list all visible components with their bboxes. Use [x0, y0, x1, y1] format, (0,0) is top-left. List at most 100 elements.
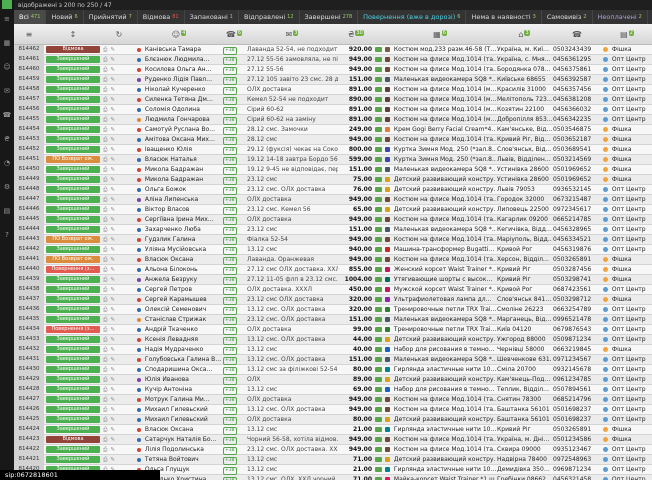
- client-phone[interactable]: 0456342235: [552, 115, 602, 124]
- client-name[interactable]: Андрій Ткаченко: [145, 326, 198, 333]
- table-row[interactable]: 814453 Завершений ⎙ ✎ Амітова Оксана Мих…: [14, 135, 652, 145]
- print-icon[interactable]: ⎙: [103, 107, 107, 113]
- client-phone[interactable]: 0972548963: [552, 455, 602, 464]
- product-name[interactable]: Тренировочные петли TRX Trai…: [394, 306, 496, 313]
- print-icon[interactable]: ⎙: [103, 297, 107, 303]
- client-phone[interactable]: 0503652187: [552, 135, 602, 144]
- print-icon[interactable]: ⎙: [103, 137, 107, 143]
- status-badge[interactable]: Завершений: [46, 176, 100, 183]
- client-phone[interactable]: 0456381208: [552, 95, 602, 104]
- status-badge[interactable]: Повернення (з…: [46, 266, 100, 273]
- product-name[interactable]: Крем Gogi Berry Facial Cream*4…: [394, 126, 496, 133]
- product-name[interactable]: Костюм на флисе Мод.1014 (та…: [394, 446, 496, 453]
- table-row[interactable]: 814452 Завершений ⎙ ✎ Іващенко Юлія +38 …: [14, 145, 652, 155]
- edit-icon[interactable]: ✎: [110, 297, 115, 303]
- table-row[interactable]: 814449 Завершений ⎙ ✎ Микола Бадражан +3…: [14, 175, 652, 185]
- column-source[interactable]: ▤2: [602, 30, 652, 39]
- messenger-icon[interactable]: [137, 188, 141, 192]
- client-name[interactable]: Власюк Наталья: [145, 156, 197, 163]
- messenger-icon[interactable]: [137, 258, 141, 262]
- status-badge[interactable]: Завершений: [46, 136, 100, 143]
- table-row[interactable]: 814435 Завершений ⎙ ✎ Станіслав Стрижак …: [14, 315, 652, 325]
- status-tab[interactable]: Повн: [648, 10, 652, 24]
- status-tab[interactable]: Завершені278: [300, 10, 359, 24]
- client-name[interactable]: Косилова Ольга Ан…: [145, 66, 212, 73]
- status-badge[interactable]: Завершений: [46, 196, 100, 203]
- table-row[interactable]: 814450 Завершений ⎙ ✎ Микола Бадражан +3…: [14, 165, 652, 175]
- edit-icon[interactable]: ✎: [110, 107, 115, 113]
- orders-icon[interactable]: ▦: [4, 39, 11, 47]
- edit-icon[interactable]: ✎: [110, 227, 115, 233]
- messenger-icon[interactable]: [137, 118, 141, 122]
- table-row[interactable]: 814438 Завершений ⎙ ✎ Сергей Петров +38 …: [14, 285, 652, 295]
- status-badge[interactable]: Завершений: [46, 206, 100, 213]
- stats-icon[interactable]: ◔: [4, 159, 10, 167]
- edit-icon[interactable]: ✎: [110, 437, 115, 443]
- print-icon[interactable]: ⎙: [103, 67, 107, 73]
- client-name[interactable]: Віктор Власов: [145, 206, 189, 213]
- edit-icon[interactable]: ✎: [110, 187, 115, 193]
- client-phone[interactable]: 0961234785: [552, 375, 602, 384]
- edit-icon[interactable]: ✎: [110, 97, 115, 103]
- client-name[interactable]: Самотуй Руслана Во…: [145, 126, 215, 133]
- messenger-icon[interactable]: [137, 348, 141, 352]
- client-name[interactable]: Михаил Гилевьский: [145, 416, 208, 423]
- status-tab[interactable]: Всі471: [14, 10, 46, 24]
- table-row[interactable]: 814439 Завершений ⎙ ✎ Анжела Безруку +38…: [14, 275, 652, 285]
- messenger-icon[interactable]: [137, 198, 141, 202]
- messenger-icon[interactable]: [137, 58, 141, 62]
- table-row[interactable]: 814423 Відмова ⎙ ✎ Сатарчук Наталія Бо… …: [14, 435, 652, 445]
- client-name[interactable]: Захарченко Люба: [145, 226, 201, 233]
- product-name[interactable]: Костюм на флисе Мод.1014 (м…: [394, 106, 496, 113]
- table-row[interactable]: 814444 Завершений ⎙ ✎ Захарченко Люба +3…: [14, 225, 652, 235]
- product-name[interactable]: Маленькая видеокамера SQ8 *…: [394, 356, 496, 363]
- client-phone[interactable]: 0456321458: [552, 475, 602, 480]
- client-phone[interactable]: 0932145678: [552, 365, 602, 374]
- status-badge[interactable]: Завершений: [46, 346, 100, 353]
- client-phone[interactable]: 0456392587: [552, 75, 602, 84]
- product-name[interactable]: Детский развивающий констру…: [394, 336, 496, 343]
- print-icon[interactable]: ⎙: [103, 187, 107, 193]
- print-icon[interactable]: ⎙: [103, 417, 107, 423]
- edit-icon[interactable]: ✎: [110, 127, 115, 133]
- table-row[interactable]: 814425 Завершений ⎙ ✎ Михаил Гилевьский …: [14, 415, 652, 425]
- client-name[interactable]: Власюк Оксана: [145, 426, 193, 433]
- status-badge[interactable]: Завершений: [46, 286, 100, 293]
- table-row[interactable]: 814441 ПО Возврат ож. ⎙ ✎ Власюк Оксана …: [14, 255, 652, 265]
- messenger-icon[interactable]: [137, 368, 141, 372]
- client-name[interactable]: Руденко Лідія Павл…: [145, 76, 212, 83]
- client-phone[interactable]: 0509871234: [552, 335, 602, 344]
- client-phone[interactable]: 0501698237: [552, 415, 602, 424]
- client-phone[interactable]: 0501698237: [552, 405, 602, 414]
- product-name[interactable]: Маленькая видеокамера SQ8 *…: [394, 166, 496, 173]
- table-row[interactable]: 814429 Завершений ⎙ ✎ Юлія Иванова +38 О…: [14, 375, 652, 385]
- client-name[interactable]: Ніколай Кучеренко: [145, 86, 206, 93]
- client-phone[interactable]: 0507894561: [552, 385, 602, 394]
- table-row[interactable]: 814436 Завершений ⎙ ✎ Олексій Семенович …: [14, 305, 652, 315]
- client-name[interactable]: Голубовська Галина В…: [145, 356, 221, 363]
- status-tab[interactable]: Новий6: [46, 10, 83, 24]
- status-tab[interactable]: Прийнятий7: [84, 10, 138, 24]
- edit-icon[interactable]: ✎: [110, 67, 115, 73]
- client-phone[interactable]: 0456366032: [552, 105, 602, 114]
- edit-icon[interactable]: ✎: [110, 177, 115, 183]
- product-name[interactable]: Гирлянда эластичные нити 10…: [394, 426, 496, 433]
- status-badge[interactable]: Завершений: [46, 276, 100, 283]
- status-badge[interactable]: Завершений: [46, 336, 100, 343]
- table-row[interactable]: 814433 Завершений ⎙ ✎ Ксенія Левадняя +3…: [14, 335, 652, 345]
- messenger-icon[interactable]: [137, 378, 141, 382]
- client-name[interactable]: Сподаришина Окса…: [145, 366, 213, 373]
- client-name[interactable]: Сатарчук Наталія Бо…: [145, 436, 217, 443]
- edit-icon[interactable]: ✎: [110, 137, 115, 143]
- client-name[interactable]: Альона Білоконь: [145, 266, 198, 273]
- edit-icon[interactable]: ✎: [110, 197, 115, 203]
- table-row[interactable]: 814422 Завершений ⎙ ✎ Лілія Подолинська …: [14, 445, 652, 455]
- product-name[interactable]: Костюм на флисе Мод.1014 (та…: [394, 136, 496, 143]
- status-badge[interactable]: Завершений: [46, 356, 100, 363]
- messenger-icon[interactable]: [137, 218, 141, 222]
- messenger-icon[interactable]: [137, 98, 141, 102]
- print-icon[interactable]: ⎙: [103, 47, 107, 53]
- client-name[interactable]: Сергей Петров: [145, 286, 192, 293]
- status-badge[interactable]: Завершений: [46, 106, 100, 113]
- edit-icon[interactable]: ✎: [110, 307, 115, 313]
